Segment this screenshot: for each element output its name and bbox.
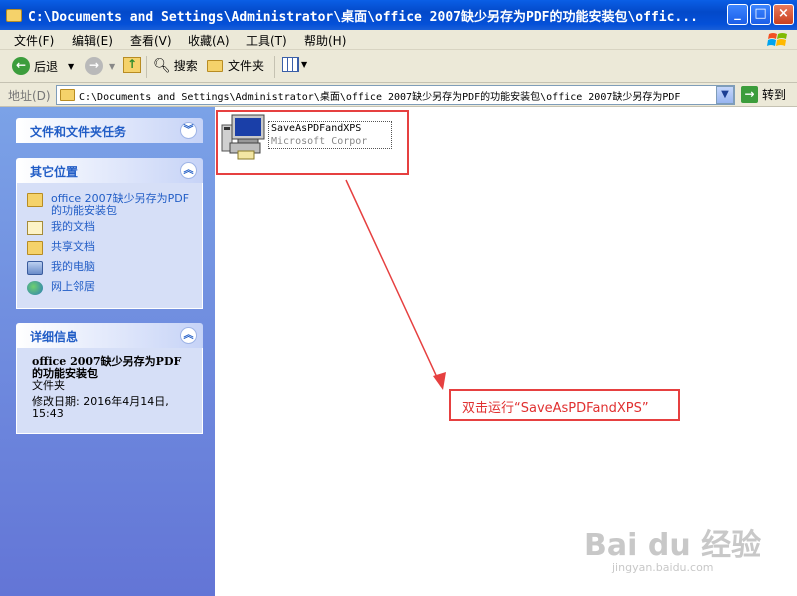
- forward-button[interactable]: → ▼: [85, 57, 115, 75]
- place-label: 网上邻居: [51, 280, 95, 293]
- toolbar-separator: [146, 56, 147, 78]
- place-link-office-folder[interactable]: office 2007缺少另存为PDF的功能安装包: [17, 193, 202, 221]
- views-button[interactable]: ▼: [282, 57, 307, 72]
- back-arrow-icon: ←: [12, 57, 30, 75]
- highlight-box: [216, 110, 409, 175]
- menu-tools[interactable]: 工具(T): [246, 32, 287, 49]
- chevron-down-icon[interactable]: ▼: [301, 60, 307, 69]
- up-folder-icon: ↑: [123, 57, 141, 73]
- other-places-header[interactable]: 其它位置 ︽: [16, 158, 203, 183]
- back-button[interactable]: ← 后退 ▼: [12, 57, 74, 75]
- toolbar-separator: [274, 56, 275, 78]
- views-icon: [282, 57, 299, 72]
- address-bar: 地址(D) C:\Documents and Settings\Administ…: [0, 83, 797, 107]
- address-path: C:\Documents and Settings\Administrator\…: [79, 91, 681, 103]
- place-label: 我的电脑: [51, 260, 95, 273]
- chevron-down-icon[interactable]: ▼: [109, 62, 115, 71]
- go-arrow-icon: →: [741, 86, 758, 103]
- menu-favorites[interactable]: 收藏(A): [188, 32, 230, 49]
- menu-file[interactable]: 文件(F): [14, 32, 54, 49]
- place-link-shared-documents[interactable]: 共享文档: [17, 241, 202, 261]
- toolbar: ← 后退 ▼ → ▼ ↑ 🔍︎ 搜索 文件夹 ▼: [0, 50, 797, 83]
- baidu-watermark: Bai du 经验: [584, 528, 762, 563]
- task-pane: 文件和文件夹任务 ︾ 其它位置 ︽ office 2007缺少另存为PDF的功能…: [0, 107, 215, 596]
- menu-bar: 文件(F) 编辑(E) 查看(V) 收藏(A) 工具(T) 帮助(H): [0, 30, 797, 50]
- shared-folder-icon: [27, 241, 43, 255]
- close-button[interactable]: ×: [773, 4, 794, 25]
- search-label: 搜索: [173, 59, 198, 73]
- address-dropdown-button[interactable]: ▼: [716, 86, 734, 104]
- details-type: 文件夹: [32, 379, 65, 392]
- details-header[interactable]: 详细信息 ︽: [16, 323, 203, 348]
- folder-icon: [60, 89, 75, 101]
- maximize-button[interactable]: □: [750, 4, 771, 25]
- details-title: 详细信息: [30, 330, 79, 344]
- other-places-panel: 其它位置 ︽ office 2007缺少另存为PDF的功能安装包 我的文档 共享…: [16, 158, 203, 309]
- collapse-icon[interactable]: ︽: [180, 162, 197, 179]
- baidu-watermark-url: jingyan.baidu.com: [612, 561, 714, 574]
- folder-icon: [6, 8, 22, 22]
- address-label: 地址(D): [8, 89, 51, 103]
- place-link-my-computer[interactable]: 我的电脑: [17, 261, 202, 281]
- windows-logo-icon: [767, 33, 787, 46]
- tasks-panel-header[interactable]: 文件和文件夹任务 ︾: [16, 118, 203, 143]
- folders-button[interactable]: 文件夹: [207, 57, 264, 74]
- back-label: 后退: [34, 59, 59, 74]
- place-link-my-documents[interactable]: 我的文档: [17, 221, 202, 241]
- place-link-network[interactable]: 网上邻居: [17, 281, 202, 301]
- network-places-icon: [27, 281, 43, 295]
- address-input[interactable]: C:\Documents and Settings\Administrator\…: [56, 85, 735, 105]
- title-bar[interactable]: C:\Documents and Settings\Administrator\…: [0, 0, 797, 30]
- forward-arrow-icon: →: [85, 57, 103, 75]
- folder-icon: [27, 193, 43, 207]
- menu-view[interactable]: 查看(V): [130, 32, 172, 49]
- up-folder-button[interactable]: ↑: [123, 57, 141, 73]
- details-name: office 2007缺少另存为PDF的功能安装包: [32, 355, 182, 380]
- search-icon: 🔍︎: [153, 57, 171, 74]
- tasks-panel: 文件和文件夹任务 ︾: [16, 118, 203, 143]
- other-places-body: office 2007缺少另存为PDF的功能安装包 我的文档 共享文档 我的电脑…: [16, 183, 203, 309]
- other-places-title: 其它位置: [30, 165, 79, 179]
- minimize-button[interactable]: _: [727, 4, 748, 25]
- search-button[interactable]: 🔍︎ 搜索: [153, 57, 198, 74]
- go-button[interactable]: → 转到: [741, 86, 786, 103]
- tasks-panel-title: 文件和文件夹任务: [30, 125, 127, 139]
- menu-edit[interactable]: 编辑(E): [72, 32, 113, 49]
- expand-icon[interactable]: ︾: [180, 122, 197, 139]
- details-panel: 详细信息 ︽ office 2007缺少另存为PDF的功能安装包 文件夹 修改日…: [16, 323, 203, 434]
- collapse-icon[interactable]: ︽: [180, 327, 197, 344]
- window-title: C:\Documents and Settings\Administrator\…: [28, 9, 698, 25]
- my-documents-icon: [27, 221, 43, 235]
- place-label: office 2007缺少另存为PDF的功能安装包: [51, 192, 190, 217]
- annotation-text: 双击运行“SaveAsPDFandXPS”: [462, 401, 649, 416]
- menu-help[interactable]: 帮助(H): [304, 32, 346, 49]
- go-label: 转到: [762, 88, 787, 102]
- chevron-down-icon[interactable]: ▼: [68, 62, 74, 71]
- folder-icon: [207, 59, 223, 72]
- place-label: 共享文档: [51, 240, 95, 253]
- details-modified: 修改日期: 2016年4月14日, 15:43: [32, 395, 169, 420]
- details-body: office 2007缺少另存为PDF的功能安装包 文件夹 修改日期: 2016…: [16, 348, 203, 434]
- place-label: 我的文档: [51, 220, 95, 233]
- my-computer-icon: [27, 261, 43, 275]
- folders-label: 文件夹: [228, 59, 265, 73]
